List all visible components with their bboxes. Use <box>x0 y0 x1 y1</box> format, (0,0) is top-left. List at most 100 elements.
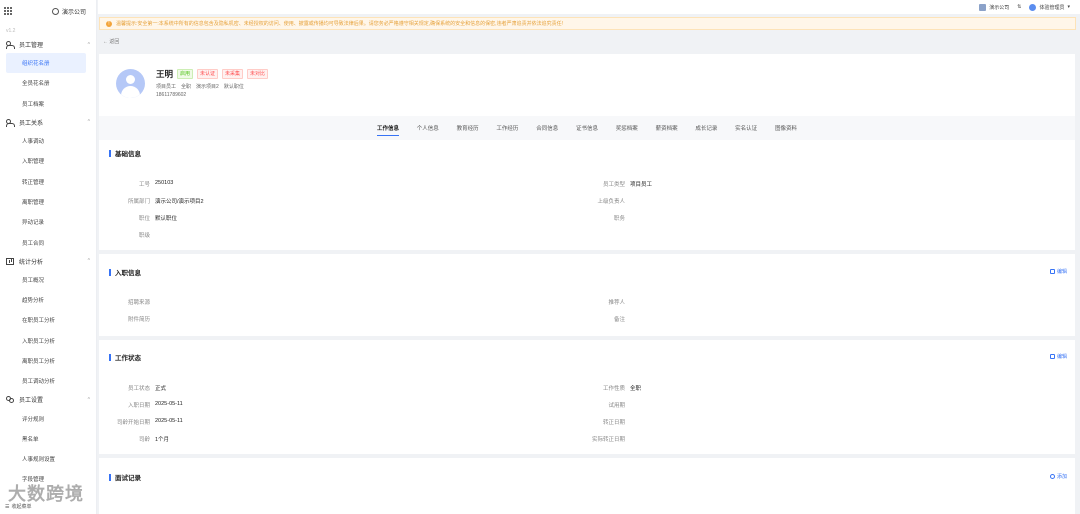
edit-work-status-button[interactable]: 编辑 <box>1049 353 1067 360</box>
tab-growth[interactable]: 成长记录 <box>686 116 726 140</box>
tab-work-info[interactable]: 工作信息 <box>368 116 408 140</box>
field-label: 工作性质 <box>602 386 625 392</box>
user-menu[interactable]: 体验管理员 ▾ <box>1029 3 1070 11</box>
group-label: 统计分析 <box>19 259 44 266</box>
tab-verification[interactable]: 实名认证 <box>726 116 766 140</box>
tab-images[interactable]: 图像资料 <box>766 116 806 140</box>
field-tenure: 司龄 1个月 <box>99 435 169 443</box>
field-value: 默认职位 <box>155 216 178 222</box>
field-label: 员工类型 <box>602 182 625 188</box>
menu-item-onboard-analysis[interactable]: 入职员工分析 <box>0 331 96 351</box>
field-referrer: 推荐人 <box>569 298 630 306</box>
company-icon <box>51 7 59 15</box>
menu-item-overview[interactable]: 员工概况 <box>0 270 96 290</box>
field-position: 职位 默认职位 <box>99 214 177 222</box>
menu-item-blacklist[interactable]: 黑名单 <box>0 429 96 449</box>
field-label: 司龄开始日期 <box>116 420 150 426</box>
field-value: 全职 <box>630 386 642 392</box>
field-label: 招聘来源 <box>127 300 150 306</box>
apps-grid-icon[interactable] <box>4 6 13 16</box>
back-label: 返回 <box>109 39 120 45</box>
people-icon <box>6 118 15 127</box>
field-label: 职务 <box>613 216 625 222</box>
group-label: 员工关系 <box>19 120 44 127</box>
topbar: 演示公司 ⇅ 体验管理员 ▾ <box>98 0 1080 14</box>
employee-name: 王明 <box>156 69 174 79</box>
group-label: 员工管理 <box>19 43 44 49</box>
field-label: 入职日期 <box>127 403 150 409</box>
menu-item-trend[interactable]: 趋势分析 <box>0 290 96 310</box>
topbar-company-name: 演示公司 <box>989 4 1010 11</box>
field-label: 转正日期 <box>602 420 625 426</box>
meta-nature: 全职 <box>181 84 192 90</box>
field-label: 推荐人 <box>608 300 625 306</box>
add-interview-button[interactable]: 添加 <box>1049 473 1067 480</box>
edit-icon <box>1049 354 1055 359</box>
menu-item-transfer[interactable]: 人事调动 <box>0 131 96 151</box>
warning-icon: ! <box>106 20 112 27</box>
switch-icon[interactable]: ⇅ <box>1017 4 1021 10</box>
menu-item-onboarding[interactable]: 入职管理 <box>0 151 96 171</box>
section-onboard-info: 入职信息 编辑 招聘来源 附件简历 推荐人 备注 <box>99 254 1075 336</box>
status-badge: 未采集 <box>222 69 244 79</box>
field-label: 员工状态 <box>127 386 150 392</box>
tab-personal-info[interactable]: 个人信息 <box>408 116 448 140</box>
field-onboard-date: 入职日期 2025-05-11 <box>99 401 183 409</box>
field-employee-type: 员工类型 项目员工 <box>569 180 652 188</box>
field-value: 250103 <box>155 180 174 186</box>
tab-work-history[interactable]: 工作经历 <box>488 116 528 140</box>
menu-group-settings[interactable]: 员工设置 ^ <box>0 391 96 408</box>
menu-item-leave-analysis[interactable]: 离职员工分析 <box>0 351 96 371</box>
field-employee-id: 工号 250103 <box>99 180 173 188</box>
menu-item-scoring-rules[interactable]: 评分规则 <box>0 408 96 428</box>
menu-item-regularization[interactable]: 转正管理 <box>0 171 96 191</box>
menu-item-transfer-analysis[interactable]: 员工调动分析 <box>0 371 96 391</box>
user-name: 体验管理员 <box>1039 4 1065 11</box>
topbar-company[interactable]: 演示公司 <box>979 3 1010 11</box>
field-label: 实际转正日期 <box>591 437 625 443</box>
chevron-up-icon: ^ <box>87 258 90 265</box>
tab-salary[interactable]: 薪资档案 <box>647 116 687 140</box>
section-interview: 面试记录 添加 <box>99 458 1075 514</box>
section-work-status: 工作状态 编辑 员工状态 正式 入职日期 2025-05-11 司龄开始日期 2025… <box>99 340 1075 454</box>
field-remark: 备注 <box>569 315 630 323</box>
menu-group-employee-relations[interactable]: 员工关系 ^ <box>0 114 96 131</box>
tab-education[interactable]: 教育经历 <box>448 116 488 140</box>
back-link[interactable]: ← 返回 <box>103 38 119 45</box>
meta-type: 项目员工 <box>156 84 177 90</box>
section-title: 面试记录 <box>109 472 141 482</box>
employee-detail: 王明 启用 未认证 未采集 未对比 项目员工 全职 演示项目2 默认职位 186… <box>99 54 1075 514</box>
edit-icon <box>1049 269 1055 274</box>
chart-icon <box>6 257 14 265</box>
edit-onboard-button[interactable]: 编辑 <box>1049 268 1067 275</box>
tab-certificates[interactable]: 证书信息 <box>567 116 607 140</box>
menu-group-statistics[interactable]: 统计分析 ^ <box>0 253 96 270</box>
field-label: 备注 <box>613 317 625 323</box>
menu-group-employee-mgmt[interactable]: 员工管理 ^ <box>0 36 96 53</box>
field-label: 职级 <box>138 233 150 239</box>
menu-item-active-analysis[interactable]: 在职员工分析 <box>0 310 96 330</box>
tab-rewards[interactable]: 奖惩档案 <box>607 116 647 140</box>
field-department: 所属部门 演示公司/演示项目2 <box>99 197 204 205</box>
menu-item-all-roster[interactable]: 全员花名册 <box>0 73 96 93</box>
employee-meta: 项目员工 全职 演示项目2 默认职位 <box>156 83 244 90</box>
field-probation: 试用期 <box>569 401 630 409</box>
meta-position: 默认职位 <box>223 84 244 90</box>
action-label: 编辑 <box>1056 354 1067 360</box>
action-label: 编辑 <box>1056 269 1067 275</box>
watermark-logo: 大数跨境 <box>8 484 84 504</box>
company-switcher[interactable]: 演示公司 <box>51 7 86 16</box>
menu-item-employee-files[interactable]: 员工档案 <box>0 94 96 114</box>
chevron-up-icon: ^ <box>87 41 90 48</box>
tab-contracts[interactable]: 合同信息 <box>527 116 567 140</box>
menu-item-resignation[interactable]: 离职管理 <box>0 192 96 212</box>
menu-item-org-roster[interactable]: 组织花名册 <box>6 53 86 74</box>
field-recruit-source: 招聘来源 <box>99 298 155 306</box>
menu-item-hr-rules[interactable]: 人事规则设置 <box>0 449 96 469</box>
settings-icon <box>6 396 14 404</box>
field-label: 司龄 <box>138 437 150 443</box>
menu-item-contracts[interactable]: 员工合同 <box>0 232 96 252</box>
menu-item-change-log[interactable]: 异动记录 <box>0 212 96 232</box>
field-resume: 附件简历 <box>99 315 155 323</box>
field-label: 所属部门 <box>127 199 150 205</box>
